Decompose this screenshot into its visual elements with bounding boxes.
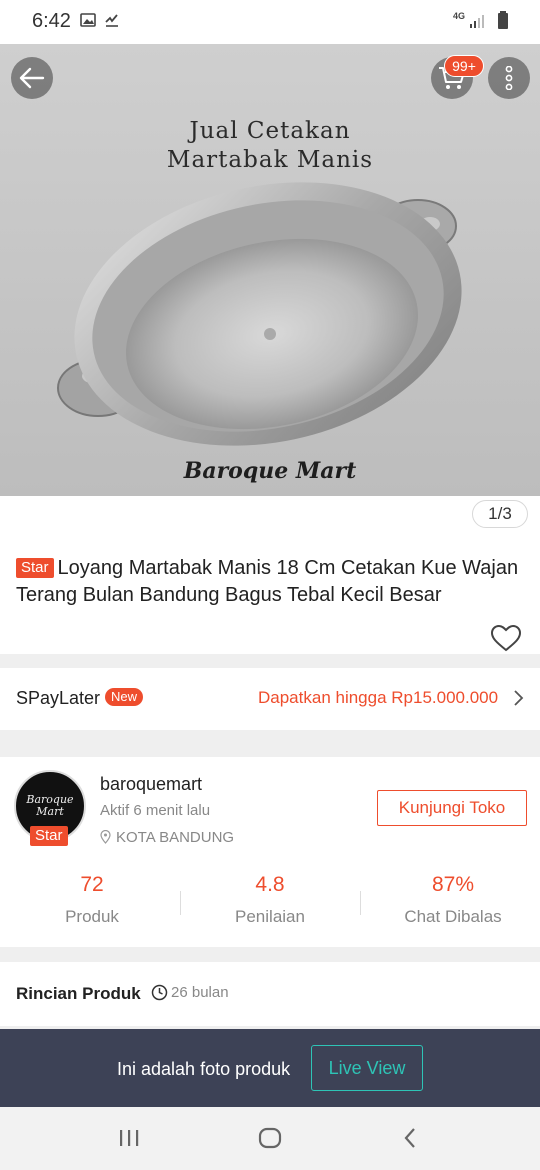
chevron-right-icon (514, 690, 524, 706)
back-button[interactable] (11, 57, 53, 99)
stat-rating[interactable]: 4.8 Penilaian (180, 871, 360, 927)
banner-text: Ini adalah foto produk (117, 1059, 291, 1079)
stat-value: 4.8 (255, 873, 285, 896)
arrow-left-icon (19, 67, 45, 89)
shop-location: KOTA BANDUNG (116, 829, 235, 846)
product-page: 6:42 4G Jual Cetakan Martabak Manis Baro… (0, 0, 540, 1170)
star-seller-tag: Star (16, 558, 54, 578)
shop-active-status: Aktif 6 menit lalu (100, 802, 211, 819)
shop-name[interactable]: baroquemart (100, 774, 202, 795)
more-vertical-icon (505, 66, 513, 90)
hero-caption-line1: Jual Cetakan (189, 118, 351, 144)
details-age: 26 bulan (171, 984, 229, 1001)
more-options-button[interactable] (488, 57, 530, 99)
product-image[interactable]: Jual Cetakan Martabak Manis Baroque Mart (0, 44, 540, 496)
stat-label: Produk (65, 907, 119, 926)
clock-icon (151, 984, 168, 1001)
visit-shop-button[interactable]: Kunjungi Toko (377, 790, 527, 826)
product-title-block: Star Loyang Martabak Manis 18 Cm Cetakan … (16, 555, 528, 609)
spaylater-label: SPayLater (16, 688, 101, 708)
home-icon[interactable] (258, 1126, 282, 1150)
status-time: 6:42 (32, 10, 71, 32)
stat-value: 72 (80, 873, 104, 896)
battery-icon (498, 11, 508, 29)
stat-chat-reply[interactable]: 87% Chat Dibalas (363, 871, 540, 927)
location-pin-icon (100, 830, 111, 844)
shop-star-tag: Star (30, 826, 68, 846)
details-title: Rincian Produk (16, 984, 141, 1003)
shop-card: Baroque Mart Star baroquemart Aktif 6 me… (0, 757, 540, 947)
stat-products[interactable]: 72 Produk (2, 871, 182, 927)
recent-apps-icon[interactable] (118, 1128, 140, 1148)
baking-pan-illustration (57, 182, 462, 446)
hero-watermark: Baroque Mart (183, 458, 357, 484)
stat-value: 87% (431, 873, 475, 896)
product-details-header: Rincian Produk 26 bulan (0, 962, 540, 1026)
stat-label: Chat Dibalas (404, 907, 502, 926)
stat-label: Penilaian (235, 907, 305, 926)
hero-caption-line2: Martabak Manis (166, 147, 374, 173)
heart-icon[interactable] (490, 624, 522, 652)
status-bar: 6:42 4G (0, 0, 540, 44)
photo-info-banner: Ini adalah foto produk Live View (0, 1029, 540, 1107)
network-type: 4G (453, 11, 466, 21)
spaylater-offer: Dapatkan hingga Rp15.000.000 (258, 688, 499, 707)
spaylater-row[interactable]: SPayLater New Dapatkan hingga Rp15.000.0… (0, 668, 540, 730)
image-counter: 1/3 (472, 500, 528, 528)
system-navigation-bar (0, 1107, 540, 1170)
back-nav-icon[interactable] (403, 1127, 417, 1149)
avatar-text-line2: Mart (36, 805, 64, 818)
product-title: Loyang Martabak Manis 18 Cm Cetakan Kue … (16, 557, 519, 606)
live-view-button[interactable]: Live View (311, 1045, 423, 1091)
signal-icon (470, 15, 484, 28)
sync-icon (105, 14, 118, 27)
gallery-icon (80, 13, 96, 27)
cart-count-badge: 99+ (444, 55, 484, 77)
stat-divider (360, 891, 361, 915)
new-badge: New (105, 688, 144, 706)
